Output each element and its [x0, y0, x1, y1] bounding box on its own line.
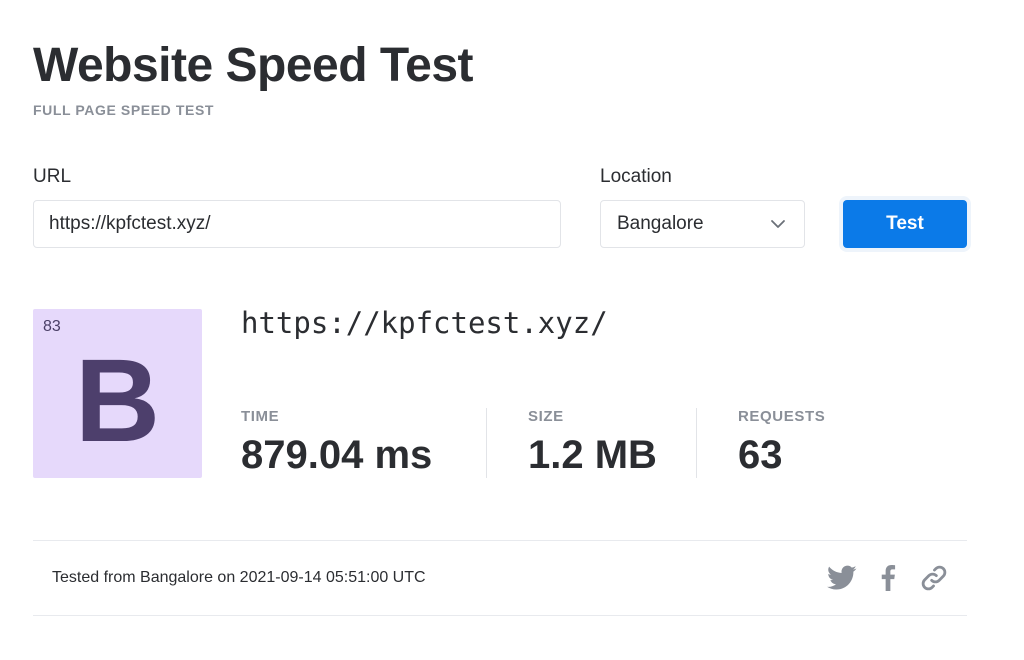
- metric-label: TIME: [241, 408, 280, 425]
- url-input[interactable]: [33, 200, 561, 248]
- url-label: URL: [33, 166, 72, 187]
- metric-divider: [696, 408, 697, 478]
- share-icons: [827, 563, 949, 593]
- metric-value: 1.2 MB: [528, 433, 657, 477]
- grade-letter: B: [74, 335, 161, 467]
- result-url: https://kpfctest.xyz/: [241, 306, 608, 340]
- twitter-icon[interactable]: [827, 563, 857, 593]
- result-footer: Tested from Bangalore on 2021-09-14 05:5…: [33, 540, 967, 616]
- metric-requests: REQUESTS 63: [738, 408, 825, 478]
- metric-value: 879.04 ms: [241, 433, 433, 477]
- tested-from-text: Tested from Bangalore on 2021-09-14 05:5…: [52, 569, 426, 586]
- metric-size: SIZE 1.2 MB: [528, 408, 657, 478]
- page-title: Website Speed Test: [33, 39, 474, 92]
- chevron-down-icon: [768, 214, 788, 234]
- location-select-value: Bangalore: [617, 213, 704, 234]
- metric-divider: [486, 408, 487, 478]
- metric-time: TIME 879.04 ms: [241, 408, 432, 478]
- location-select[interactable]: Bangalore: [600, 200, 805, 248]
- test-button[interactable]: Test: [843, 200, 967, 248]
- page-subtitle: FULL PAGE SPEED TEST: [33, 102, 215, 118]
- metric-value: 63: [738, 433, 783, 477]
- metric-label: REQUESTS: [738, 408, 826, 425]
- location-label: Location: [600, 166, 672, 187]
- facebook-icon[interactable]: [873, 563, 903, 593]
- grade-card: 83 B: [33, 309, 202, 478]
- link-icon[interactable]: [919, 563, 949, 593]
- metric-label: SIZE: [528, 408, 564, 425]
